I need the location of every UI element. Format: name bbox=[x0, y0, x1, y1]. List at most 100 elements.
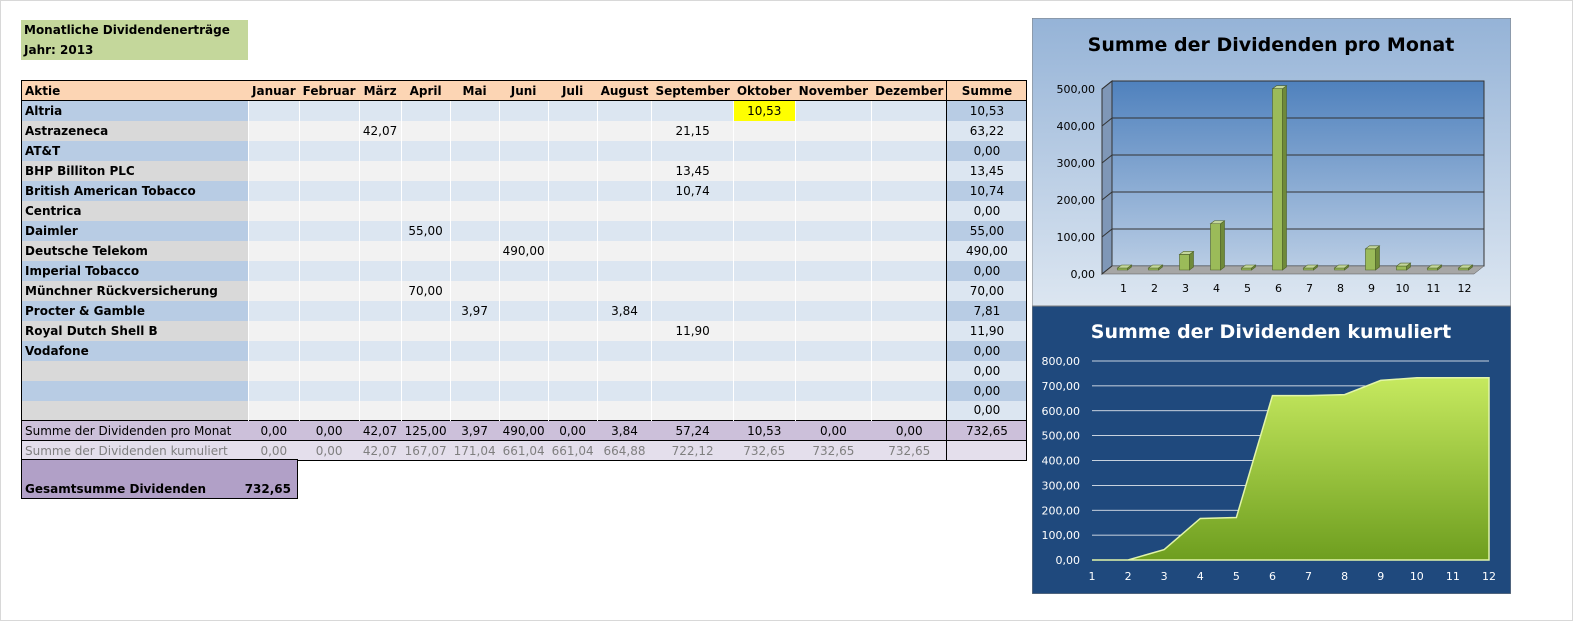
dividend-cell[interactable] bbox=[794, 340, 872, 361]
dividend-cell[interactable] bbox=[871, 360, 947, 381]
dividend-cell[interactable] bbox=[449, 280, 500, 301]
dividend-cell[interactable] bbox=[358, 180, 402, 201]
dividend-cell[interactable]: 3,84 bbox=[596, 300, 652, 321]
dividend-cell[interactable] bbox=[449, 100, 500, 121]
dividend-cell[interactable] bbox=[400, 400, 451, 421]
dividend-cell[interactable] bbox=[298, 320, 360, 341]
dividend-cell[interactable] bbox=[449, 120, 500, 141]
dividend-cell[interactable] bbox=[547, 260, 598, 281]
cumulative-cell[interactable]: 664,88 bbox=[596, 440, 652, 461]
dividend-cell[interactable] bbox=[547, 340, 598, 361]
stock-name-cell[interactable]: Astrazeneca bbox=[21, 120, 249, 141]
grand-total-box[interactable]: Gesamtsumme Dividenden 732,65 bbox=[21, 459, 298, 499]
stock-name-cell[interactable]: BHP Billiton PLC bbox=[21, 160, 249, 181]
row-sum-cell[interactable]: 0,00 bbox=[946, 260, 1028, 281]
cumulative-cell[interactable]: 661,04 bbox=[498, 440, 549, 461]
dividend-cell[interactable] bbox=[400, 340, 451, 361]
dividend-cell[interactable] bbox=[651, 360, 734, 381]
dividend-cell[interactable] bbox=[871, 120, 947, 141]
dividend-cell[interactable] bbox=[498, 260, 549, 281]
dividend-cell[interactable]: 10,53 bbox=[732, 100, 796, 121]
dividend-cell[interactable] bbox=[498, 140, 549, 161]
dividend-cell[interactable] bbox=[871, 180, 947, 201]
dividend-cell[interactable] bbox=[732, 180, 796, 201]
dividend-cell[interactable] bbox=[248, 400, 300, 421]
dividend-cell[interactable] bbox=[248, 300, 300, 321]
cumulative-cell[interactable]: 661,04 bbox=[547, 440, 598, 461]
dividend-cell[interactable] bbox=[400, 180, 451, 201]
monthly-total-cell[interactable]: 125,00 bbox=[400, 420, 451, 441]
row-sum-cell[interactable]: 10,53 bbox=[946, 100, 1028, 121]
dividend-cell[interactable] bbox=[298, 300, 360, 321]
dividend-cell[interactable] bbox=[248, 100, 300, 121]
stock-name-cell[interactable]: Imperial Tobacco bbox=[21, 260, 249, 281]
dividend-cell[interactable] bbox=[449, 180, 500, 201]
dividend-cell[interactable] bbox=[449, 320, 500, 341]
monthly-total-cell[interactable]: 0,00 bbox=[794, 420, 872, 441]
dividend-cell[interactable] bbox=[498, 220, 549, 241]
dividend-cell[interactable] bbox=[498, 100, 549, 121]
dividend-cell[interactable] bbox=[794, 200, 872, 221]
dividend-cell[interactable] bbox=[871, 220, 947, 241]
dividend-cell[interactable] bbox=[298, 280, 360, 301]
cumulative-cell[interactable]: 732,65 bbox=[871, 440, 947, 461]
header-cell-month[interactable]: Dezember bbox=[871, 80, 947, 101]
dividend-cell[interactable]: 21,15 bbox=[651, 120, 734, 141]
dividend-cell[interactable] bbox=[498, 400, 549, 421]
dividend-cell[interactable] bbox=[400, 320, 451, 341]
dividend-cell[interactable] bbox=[794, 360, 872, 381]
row-sum-cell[interactable]: 490,00 bbox=[946, 240, 1028, 261]
dividend-cell[interactable] bbox=[871, 380, 947, 401]
header-cell-month[interactable]: März bbox=[358, 80, 402, 101]
cumulative-dividends-area-chart[interactable]: Summe der Dividenden kumuliert 0,00 100,00… bbox=[1032, 306, 1511, 594]
stock-name-cell[interactable]: Vodafone bbox=[21, 340, 249, 361]
dividend-cell[interactable] bbox=[400, 160, 451, 181]
dividend-cell[interactable] bbox=[596, 320, 652, 341]
dividend-cell[interactable] bbox=[298, 220, 360, 241]
dividend-cell[interactable] bbox=[358, 240, 402, 261]
monthly-total-cell[interactable]: 0,00 bbox=[871, 420, 947, 441]
dividend-cell[interactable] bbox=[794, 400, 872, 421]
dividend-cell[interactable] bbox=[449, 340, 500, 361]
dividend-cell[interactable] bbox=[358, 280, 402, 301]
dividend-cell[interactable] bbox=[651, 220, 734, 241]
row-sum-cell[interactable]: 63,22 bbox=[946, 120, 1028, 141]
dividend-cell[interactable] bbox=[248, 140, 300, 161]
dividend-cell[interactable] bbox=[596, 400, 652, 421]
dividend-cell[interactable] bbox=[651, 140, 734, 161]
dividend-cell[interactable] bbox=[794, 100, 872, 121]
dividend-cell[interactable] bbox=[358, 260, 402, 281]
dividend-cell[interactable] bbox=[248, 380, 300, 401]
header-cell-summe[interactable]: Summe bbox=[946, 80, 1028, 101]
dividend-cell[interactable] bbox=[400, 140, 451, 161]
row-sum-cell[interactable]: 0,00 bbox=[946, 140, 1028, 161]
cumulative-label[interactable]: Summe der Dividenden kumuliert bbox=[21, 440, 249, 461]
dividend-cell[interactable] bbox=[358, 100, 402, 121]
dividend-cell[interactable] bbox=[298, 260, 360, 281]
dividend-cell[interactable] bbox=[794, 220, 872, 241]
row-sum-cell[interactable]: 7,81 bbox=[946, 300, 1028, 321]
monthly-dividends-bar-chart[interactable]: Summe der Dividenden pro Monat 0,00 100,00… bbox=[1032, 18, 1511, 306]
dividend-cell[interactable] bbox=[358, 200, 402, 221]
dividend-cell[interactable]: 3,97 bbox=[449, 300, 500, 321]
cumulative-cell[interactable]: 0,00 bbox=[298, 440, 360, 461]
dividend-cell[interactable] bbox=[358, 220, 402, 241]
dividend-cell[interactable] bbox=[498, 120, 549, 141]
monthly-total-label[interactable]: Summe der Dividenden pro Monat bbox=[21, 420, 249, 441]
header-cell-month[interactable]: September bbox=[651, 80, 734, 101]
header-cell-aktie[interactable]: Aktie bbox=[21, 80, 249, 101]
dividend-cell[interactable] bbox=[358, 160, 402, 181]
stock-name-cell[interactable] bbox=[21, 400, 249, 421]
header-cell-month[interactable]: November bbox=[794, 80, 872, 101]
row-sum-cell[interactable]: 13,45 bbox=[946, 160, 1028, 181]
dividend-cell[interactable] bbox=[298, 380, 360, 401]
dividend-cell[interactable] bbox=[248, 220, 300, 241]
dividend-cell[interactable] bbox=[358, 360, 402, 381]
row-sum-cell[interactable]: 0,00 bbox=[946, 380, 1028, 401]
dividend-cell[interactable] bbox=[732, 380, 796, 401]
dividend-cell[interactable] bbox=[248, 240, 300, 261]
dividend-cell[interactable] bbox=[732, 360, 796, 381]
dividend-cell[interactable] bbox=[651, 300, 734, 321]
stock-name-cell[interactable] bbox=[21, 360, 249, 381]
dividend-cell[interactable] bbox=[298, 340, 360, 361]
